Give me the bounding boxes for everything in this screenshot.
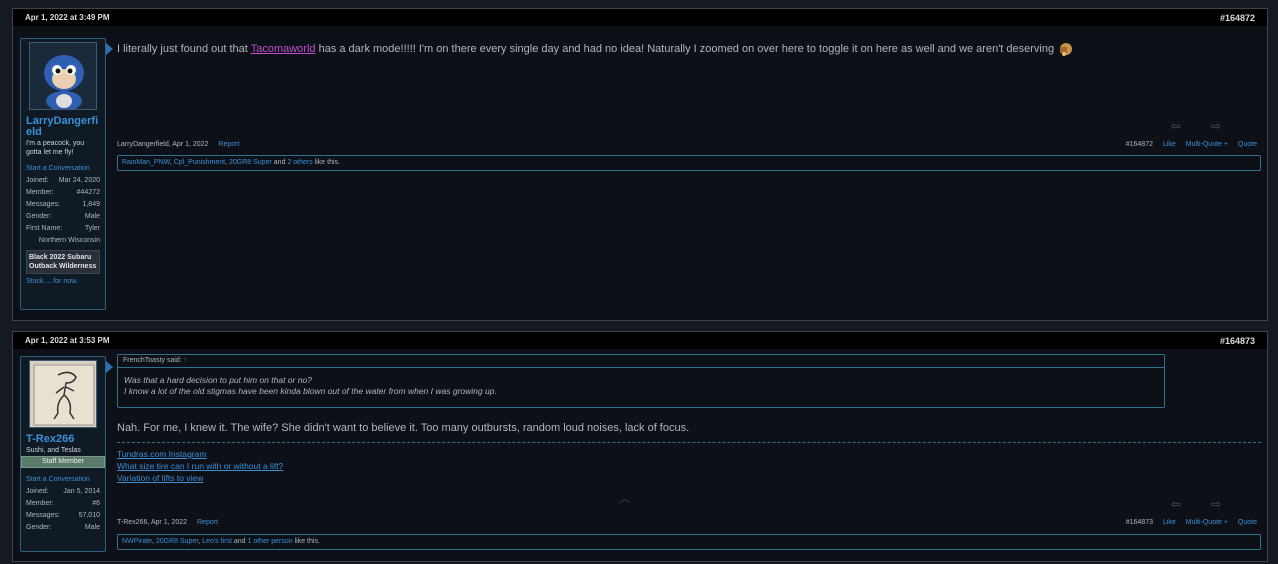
post-nav-arrows[interactable]: ⇦⇨ — [1171, 497, 1251, 511]
quote-line: Was that a hard decision to put him on t… — [124, 375, 312, 385]
tacomaworld-link[interactable]: Tacomaworld — [251, 43, 316, 55]
user-title: I'm a peacock, you gotta let me fly! — [26, 140, 85, 156]
stat-member: Member: #44272 — [26, 189, 100, 196]
post-164873: Apr 1, 2022 at 3:53 PM #164873 T-Rex266 … — [12, 331, 1268, 562]
start-conversation-link[interactable]: Start a Conversation — [26, 474, 100, 486]
post-header: Apr 1, 2022 at 3:53 PM #164873 — [13, 332, 1267, 349]
report-link[interactable]: Report — [218, 141, 239, 148]
signature-link[interactable]: What size tire can I run with or without… — [117, 460, 1261, 472]
quote-body: Was that a hard decision to put him on t… — [118, 368, 1164, 404]
post-164872: Apr 1, 2022 at 3:49 PM #164872 LarryDang… — [12, 8, 1268, 321]
user-title: Sushi, and Teslas — [26, 447, 81, 454]
post-nav-arrows[interactable]: ⇦⇨ — [1171, 119, 1251, 133]
signature-link[interactable]: Tundras.com Instagram — [117, 448, 1261, 460]
post-header: Apr 1, 2022 at 3:49 PM #164872 — [13, 9, 1267, 26]
likes-summary: RainMan_PNW, Cpl_Punishment, 20GR8 Super… — [117, 155, 1261, 171]
avatar[interactable] — [29, 42, 97, 110]
stat-messages: Messages: 57,010 — [26, 512, 100, 519]
user-sidebar: T-Rex266 Sushi, and Teslas Staff Member … — [20, 356, 113, 552]
vehicle-note[interactable]: Stock.....for now. — [26, 276, 100, 288]
post-date: Apr 1, 2022 at 3:49 PM — [25, 13, 110, 22]
stat-joined: Joined: Jan 5, 2014 — [26, 488, 100, 495]
multi-quote-button[interactable]: Multi-Quote + — [1186, 141, 1228, 148]
liker-link[interactable]: Leo's first — [202, 538, 232, 545]
post-author-date: T-Rex266, Apr 1, 2022 — [117, 518, 188, 526]
sidebar-pointer — [106, 361, 113, 373]
stat-gender: Gender: Male — [26, 213, 100, 220]
sidebar-pointer — [106, 43, 113, 55]
likes-summary: NWPirate, 20GR8 Super, Leo's first and 1… — [117, 534, 1261, 550]
like-button[interactable]: Like — [1163, 141, 1176, 148]
post-number[interactable]: #164873 — [1220, 336, 1255, 346]
post-footer: LarryDangerfield, Apr 1, 2022 Report #16… — [117, 138, 1257, 150]
post-permalink[interactable]: #164872 — [1126, 141, 1153, 148]
user-vehicle: Black 2022 Subaru Outback Wilderness — [26, 250, 100, 274]
multi-quote-button[interactable]: Multi-Quote + — [1186, 519, 1228, 526]
scroll-top-icon[interactable]: ︿ — [619, 490, 630, 506]
liker-link[interactable]: NWPirate — [122, 538, 152, 545]
username[interactable]: T-Rex266 — [26, 434, 100, 445]
post-author-date: LarryDangerfield, Apr 1, 2022 — [117, 140, 209, 148]
quote-button[interactable]: Quote — [1238, 519, 1257, 526]
stat-joined: Joined: Mar 24, 2020 — [26, 177, 100, 184]
post-date: Apr 1, 2022 at 3:53 PM — [25, 336, 110, 345]
liker-link[interactable]: 20GR8 Super — [229, 159, 272, 166]
post-message: Nah. For me, I knew it. The wife? She di… — [117, 422, 690, 434]
liker-link[interactable]: Cpl_Punishment — [174, 159, 225, 166]
username[interactable]: LarryDangerfield — [26, 116, 100, 138]
signature: Tundras.com Instagram What size tire can… — [117, 442, 1261, 484]
post-message: I literally just found out that Tacomawo… — [117, 41, 1255, 57]
signature-link[interactable]: Variation of lifts to view — [117, 472, 1261, 484]
post-permalink[interactable]: #164873 — [1126, 519, 1153, 526]
stat-gender: Gender: Male — [26, 524, 100, 531]
quote-line: I know a lot of the old stigmas have bee… — [124, 386, 497, 396]
stat-first-name: First Name: Tyler — [26, 225, 100, 232]
quote-header: FrenchToasty said: ↑ — [118, 355, 1164, 368]
user-sidebar: LarryDangerfield I'm a peacock, you gott… — [20, 38, 113, 310]
post-footer: T-Rex266, Apr 1, 2022 Report #164873 Lik… — [117, 516, 1257, 528]
quoted-message: FrenchToasty said: ↑ Was that a hard dec… — [117, 354, 1165, 408]
likes-others-link[interactable]: 2 others — [287, 159, 312, 166]
liker-link[interactable]: 20GR8 Super — [156, 538, 198, 545]
avatar[interactable] — [29, 360, 97, 428]
emoji-icon — [1057, 41, 1073, 57]
post-number[interactable]: #164872 — [1220, 13, 1255, 23]
start-conversation-link[interactable]: Start a Conversation — [26, 163, 100, 175]
stat-messages: Messages: 1,849 — [26, 201, 100, 208]
staff-badge: Staff Member — [21, 456, 105, 468]
like-button[interactable]: Like — [1163, 519, 1176, 526]
likes-others-link[interactable]: 1 other person — [248, 538, 293, 545]
quote-button[interactable]: Quote — [1238, 141, 1257, 148]
report-link[interactable]: Report — [197, 519, 218, 526]
stat-member: Member: #6 — [26, 500, 100, 507]
user-location: Northern Wisconsin — [38, 237, 100, 244]
quote-jump-icon[interactable]: ↑ — [184, 357, 188, 364]
quote-author: FrenchToasty said: — [123, 357, 182, 364]
liker-link[interactable]: RainMan_PNW — [122, 159, 170, 166]
